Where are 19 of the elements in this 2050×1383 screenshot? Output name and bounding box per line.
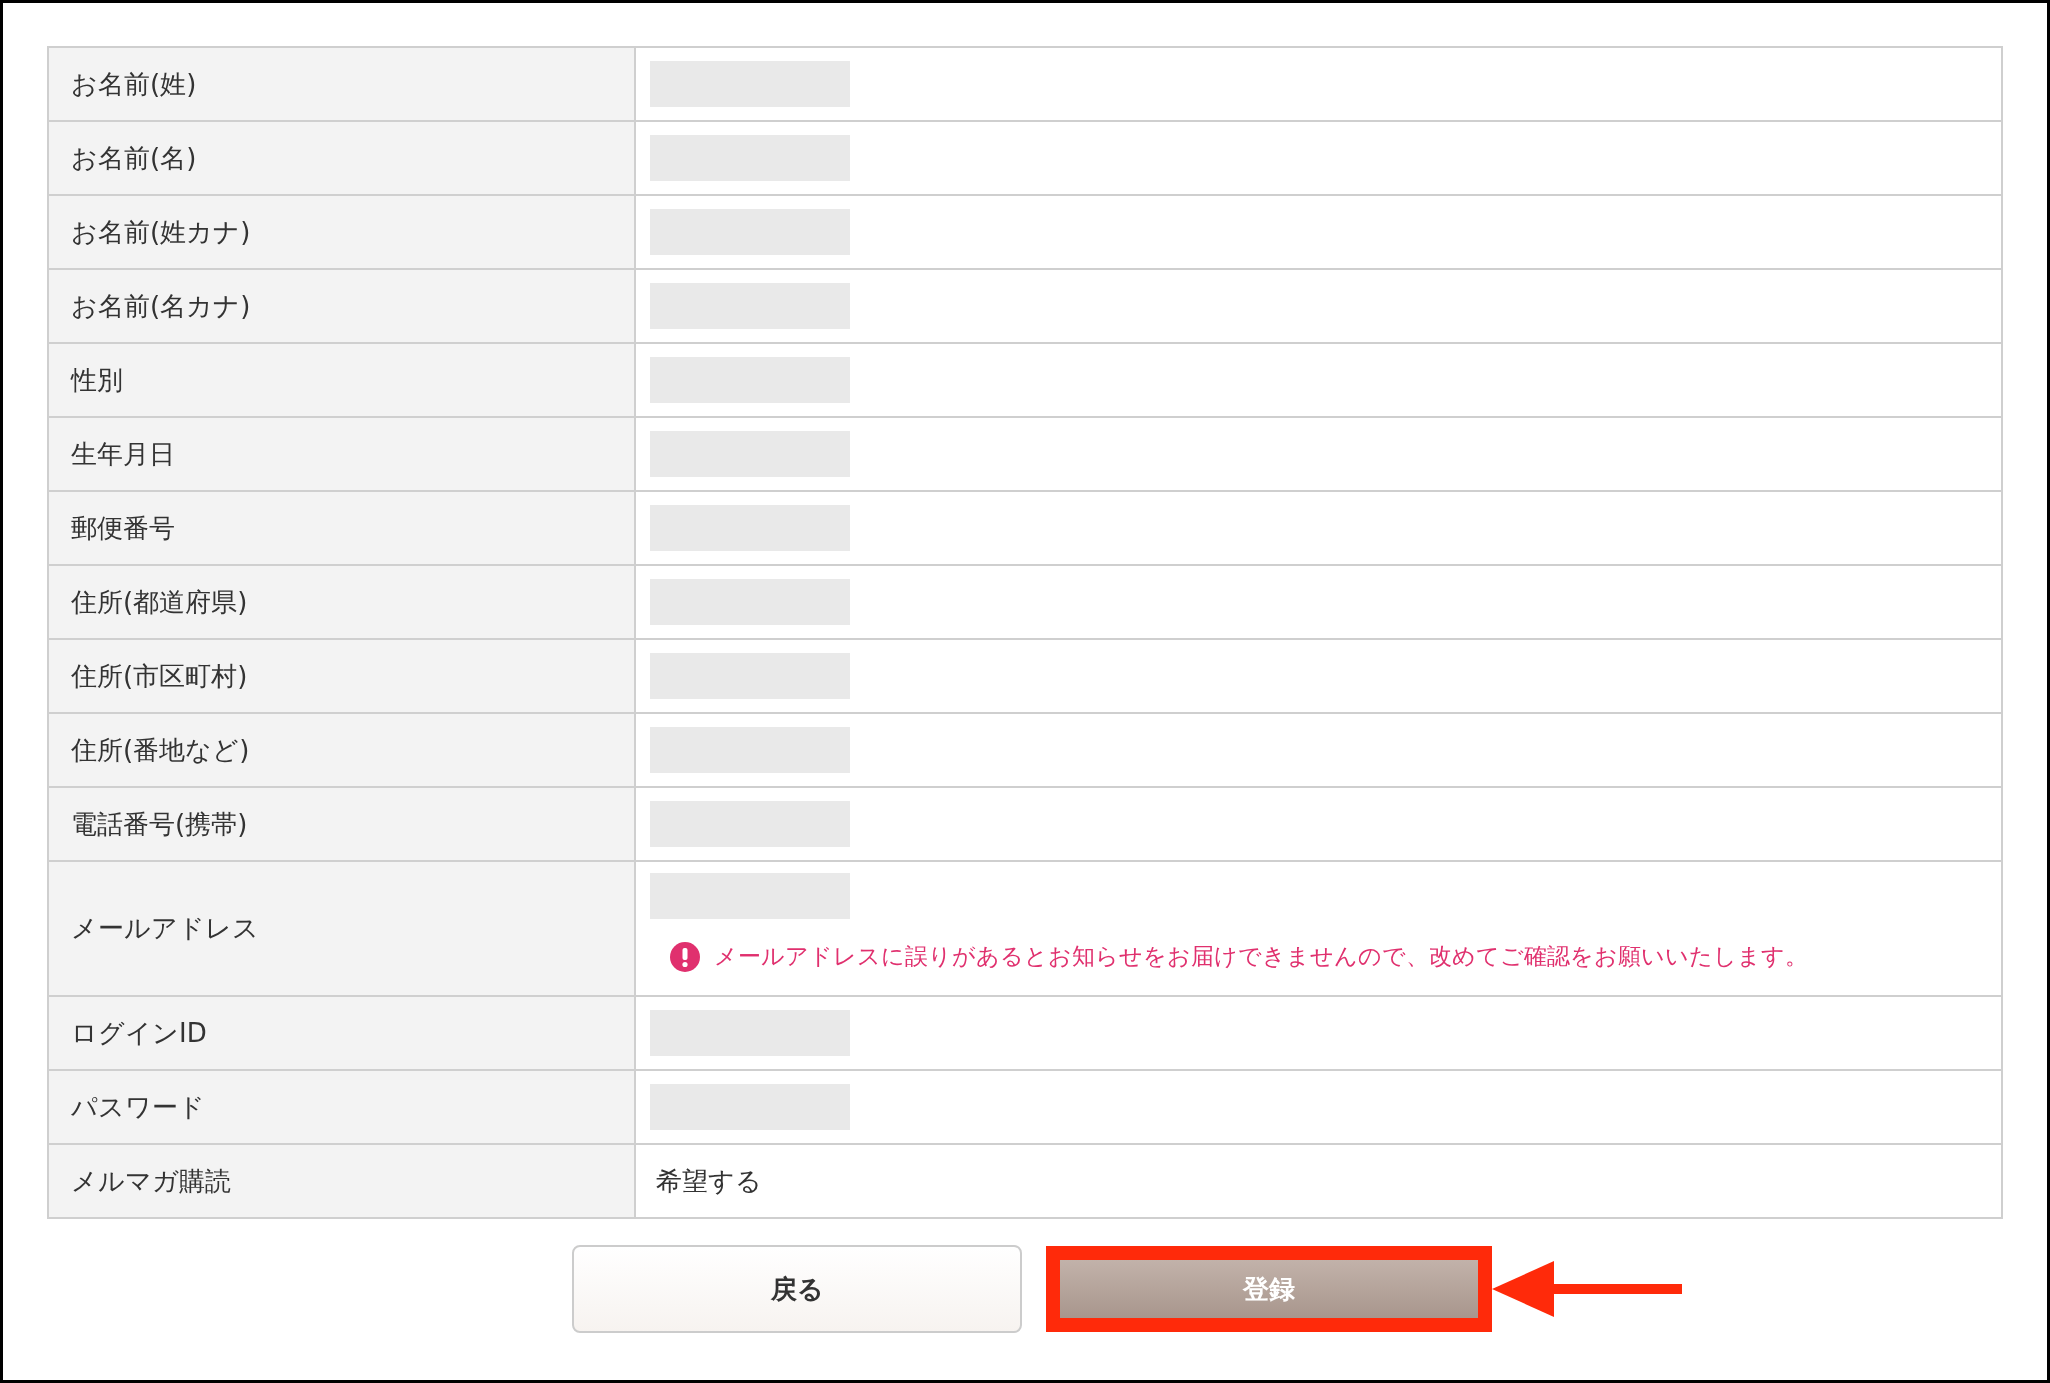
field-label: 生年月日 (49, 418, 636, 490)
field-label: 性別 (49, 344, 636, 416)
field-label: ログインID (49, 997, 636, 1069)
field-label: 郵便番号 (49, 492, 636, 564)
field-label: 住所(番地など) (49, 714, 636, 786)
back-button[interactable]: 戻る (572, 1245, 1022, 1333)
field-value: 希望する (655, 1164, 763, 1198)
field-label: 電話番号(携帯) (49, 788, 636, 860)
field-label: お名前(名カナ) (49, 270, 636, 342)
field-label: パスワード (49, 1071, 636, 1143)
field-label: お名前(姓) (49, 48, 636, 120)
warning-icon (670, 941, 700, 972)
field-label: 住所(都道府県) (49, 566, 636, 638)
field-label: メールアドレス (49, 862, 636, 995)
field-label: メルマガ購読 (49, 1145, 636, 1217)
notice-text: メールアドレスに誤りがあるとお知らせをお届けできませんので、改めてご確認をお願いいたします。 (714, 942, 1808, 971)
field-label: 住所(市区町村) (49, 640, 636, 712)
field-label: お名前(姓カナ) (49, 196, 636, 268)
field-label: お名前(名) (49, 122, 636, 194)
